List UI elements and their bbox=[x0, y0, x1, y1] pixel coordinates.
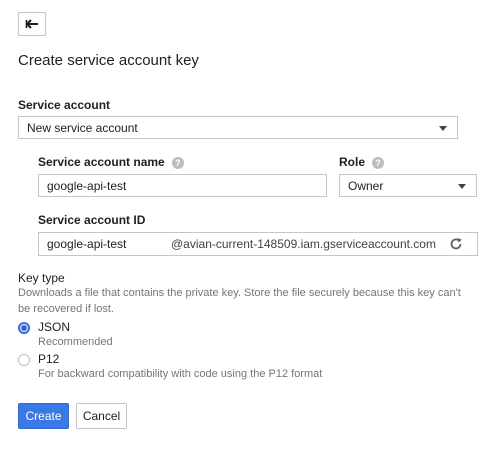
service-account-label: Service account bbox=[18, 98, 111, 112]
service-account-name-label-text: Service account name bbox=[38, 155, 165, 169]
role-selected: Owner bbox=[348, 178, 384, 193]
p12-label[interactable]: P12 bbox=[38, 352, 59, 366]
create-button[interactable]: Create bbox=[18, 403, 69, 429]
help-icon[interactable]: ? bbox=[171, 156, 184, 169]
arrow-back-icon bbox=[25, 19, 38, 29]
service-account-id-suffix: @avian-current-148509.iam.gserviceaccoun… bbox=[171, 237, 436, 251]
role-label-text: Role bbox=[339, 155, 366, 169]
key-type-description: Downloads a file that contains the priva… bbox=[18, 287, 461, 315]
key-type-label: Key type bbox=[18, 271, 65, 285]
p12-radio[interactable] bbox=[18, 354, 30, 366]
service-account-id-label: Service account ID bbox=[38, 213, 146, 227]
service-account-id-value: google-api-test bbox=[47, 237, 127, 251]
role-select[interactable]: Owner bbox=[339, 174, 477, 197]
service-account-selected: New service account bbox=[27, 120, 138, 135]
json-label[interactable]: JSON bbox=[38, 320, 70, 334]
role-label: Role? bbox=[339, 155, 385, 169]
service-account-name-label: Service account name? bbox=[38, 155, 184, 169]
refresh-icon[interactable] bbox=[449, 237, 463, 251]
p12-sublabel: For backward compatibility with code usi… bbox=[38, 368, 323, 380]
back-button[interactable] bbox=[18, 12, 46, 36]
chevron-down-icon bbox=[458, 183, 466, 189]
service-account-select[interactable]: New service account bbox=[18, 116, 458, 139]
service-account-name-input[interactable]: google-api-test bbox=[38, 174, 327, 197]
service-account-id-input[interactable]: google-api-test @avian-current-148509.ia… bbox=[38, 232, 478, 256]
help-icon[interactable]: ? bbox=[372, 156, 385, 169]
json-sublabel: Recommended bbox=[38, 336, 113, 348]
service-account-name-value: google-api-test bbox=[47, 178, 127, 193]
radio-selected-dot bbox=[21, 325, 27, 331]
cancel-button[interactable]: Cancel bbox=[76, 403, 127, 429]
json-radio[interactable] bbox=[18, 322, 30, 334]
chevron-down-icon bbox=[439, 125, 447, 131]
page-title: Create service account key bbox=[18, 52, 199, 69]
